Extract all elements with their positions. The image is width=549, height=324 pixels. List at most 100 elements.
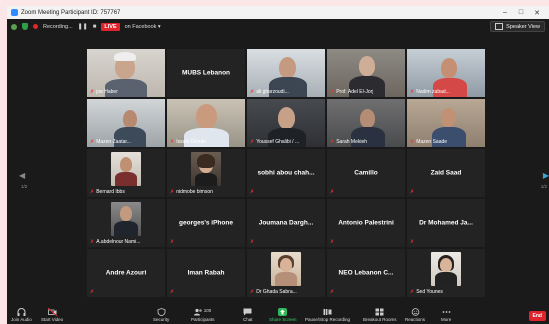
mic-muted-icon: ✗ [410,239,415,245]
encryption-shield-icon[interactable] [22,23,28,30]
start-video-label: Start Video [41,317,64,322]
participant-mute-status: ✗ [330,239,334,245]
live-badge[interactable]: LIVE [101,22,120,31]
participant-name: ✗ Sed Younes [410,289,443,295]
participant-name: ✗ Issam Droubi [170,139,206,145]
participant-name: Dr Mohamed Ja... [419,219,473,227]
end-meeting-button[interactable]: End [528,311,546,321]
participant-name: sobhi abou chah... [257,169,315,177]
live-target-dropdown[interactable]: on Facebook ▾ [125,24,161,30]
mic-muted-icon: ✗ [330,289,335,295]
participant-tile[interactable]: Camillo ✗ [327,149,405,197]
security-label: Security [153,317,170,322]
mic-muted-icon: ✗ [170,139,175,145]
participant-tile[interactable]: ✗ Dr Ghada Sabra... [247,249,325,297]
participant-tile[interactable]: ✗ Prof. Adel El-Jorj [327,49,405,97]
profile-photo [191,152,221,186]
close-icon[interactable]: ✕ [529,9,545,17]
meeting-info-icon[interactable] [11,23,17,30]
speaker-view-label: Speaker View [506,23,540,30]
participants-label: Participants [191,317,215,322]
participant-tile[interactable]: Antonio Palestrini ✗ [327,199,405,247]
profile-photo [111,152,141,186]
title-bar: Zoom Meeting Participant ID: 757767 – □ … [7,6,549,19]
minimize-icon[interactable]: – [497,9,513,17]
zoom-window: Zoom Meeting Participant ID: 757767 – □ … [7,6,549,324]
participant-name: Antonio Palestrini [338,219,394,227]
participant-tile[interactable]: georges's iPhone ✗ [167,199,245,247]
meeting-header: Recording... ❚❚ ■ LIVE on Facebook ▾ Spe… [7,19,549,34]
participant-name: ✗ Mazen Saade [410,139,448,145]
mic-muted-icon: ✗ [250,89,255,95]
mic-muted-icon: ✗ [250,289,255,295]
reactions-button[interactable]: Reactions [405,308,425,322]
mic-muted-icon: ✗ [330,239,335,245]
participant-tile[interactable]: ✗ joe Haber [87,49,165,97]
speaker-view-icon [495,23,504,30]
participant-tile[interactable]: ✗ Sed Younes [407,249,485,297]
participant-name: ✗ nidmobe bimson [170,189,213,195]
participant-tile[interactable]: Joumana Dargh... ✗ [247,199,325,247]
gallery-grid: ✗ joe Haber MUBS Lebanon ✗ ali gharzoudi..… [87,49,485,297]
participant-name: Andre Azouri [105,269,147,277]
next-page-icon[interactable]: ▶ [543,171,549,180]
more-dots-icon [442,308,451,316]
security-button[interactable]: Security [153,308,169,322]
mic-muted-icon: ✗ [410,189,415,195]
page-indicator-left: 1/2 [21,184,28,189]
participant-tile[interactable]: sobhi abou chah... ✗ [247,149,325,197]
window-title: Zoom Meeting Participant ID: 757767 [21,9,121,16]
mic-muted-icon: ✗ [410,89,415,95]
mic-muted-icon: ✗ [250,189,255,195]
participant-tile[interactable]: NEO Lebanon C... ✗ [327,249,405,297]
participant-tile[interactable]: ✗ Mazen Saade [407,99,485,147]
mic-muted-icon: ✗ [170,239,175,245]
mic-muted-icon: ✗ [170,289,175,295]
shield-icon [157,308,166,317]
window-controls: – □ ✕ [497,9,545,17]
participant-tile[interactable]: ✗ Mazen Zaatar... [87,99,165,147]
speaker-view-button[interactable]: Speaker View [490,21,545,32]
recording-status: Recording... [43,23,73,30]
participant-name: Camillo [354,169,378,177]
share-screen-button[interactable]: Share Screen [269,308,297,322]
mic-muted-icon: ✗ [330,189,335,195]
share-screen-icon [278,308,288,316]
stop-recording-icon[interactable]: ■ [93,24,97,30]
participant-mute-status: ✗ [410,189,414,195]
start-video-button[interactable]: Start Video [41,307,64,322]
smiley-icon [411,308,420,316]
profile-photo [431,252,461,286]
participant-tile[interactable]: MUBS Lebanon [167,49,245,97]
pause-recording-icon[interactable]: ❚❚ [78,23,88,30]
zoom-logo-icon [11,9,18,16]
prev-page-icon[interactable]: ◀ [19,171,25,180]
participant-tile[interactable]: Andre Azouri ✗ [87,249,165,297]
pause-stop-recording-button[interactable]: Pause/Stop Recording [305,308,350,322]
more-button[interactable]: More [441,308,451,322]
mic-muted-icon: ✗ [90,139,95,145]
maximize-icon[interactable]: □ [513,9,529,17]
participants-button[interactable]: 100 Participants [191,308,215,322]
participant-tile[interactable]: ✗ ali gharzoudi... [247,49,325,97]
participant-name: ✗ Nadim zabad... [410,89,450,95]
participant-tile[interactable]: ✗ Sarah Mekieh [327,99,405,147]
chat-button[interactable]: Chat [243,308,253,322]
participant-name: ✗ Youssef Ghalibi / ... [250,139,300,145]
participant-tile[interactable]: Iman Rabah ✗ [167,249,245,297]
participant-tile-active-speaker[interactable]: ✗ Issam Droubi [167,99,245,147]
participant-tile[interactable]: Zaid Saad ✗ [407,149,485,197]
participant-tile[interactable]: ✗ Bernard Ibbs [87,149,165,197]
join-audio-button[interactable]: Join Audio [11,308,32,322]
participant-tile[interactable]: ✗ nidmobe bimson [167,149,245,197]
participant-tile[interactable]: ✗ Youssef Ghalibi / ... [247,99,325,147]
participant-tile[interactable]: Dr Mohamed Ja... ✗ [407,199,485,247]
headphones-icon [17,308,26,316]
participant-tile[interactable]: ✗ A.abdelnour Nami... [87,199,165,247]
participant-name: Iman Rabah [187,269,225,277]
pause-stop-icon [323,308,332,316]
join-audio-label: Join Audio [11,317,32,322]
participant-tile[interactable]: ✗ Nadim zabad... [407,49,485,97]
participant-name: ✗ Prof. Adel El-Jorj [330,89,374,95]
breakout-rooms-button[interactable]: Breakout Rooms [363,308,397,322]
